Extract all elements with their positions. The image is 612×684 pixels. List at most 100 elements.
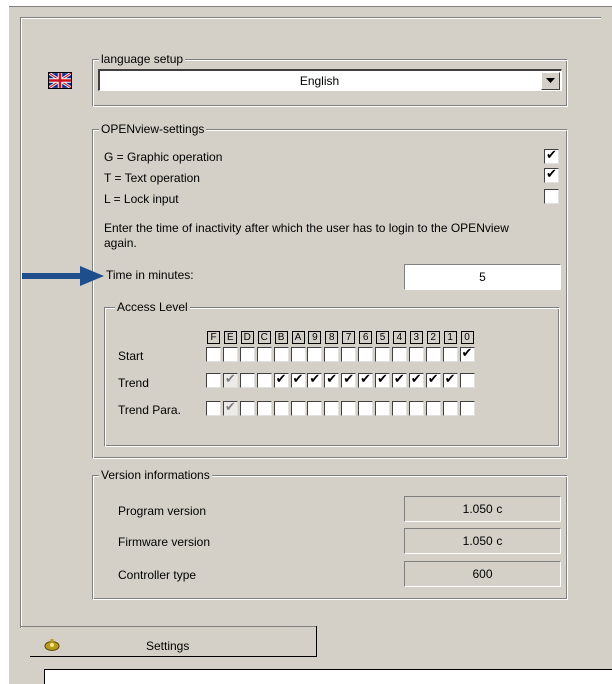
access-level-checkbox[interactable] [358,347,374,362]
access-level-checkbox[interactable] [324,372,340,388]
access-level-checkbox[interactable] [442,372,458,388]
access-level-checkbox[interactable] [375,347,390,362]
language-setup-legend: language setup [99,52,186,66]
lock-input-label: L = Lock input [104,192,179,206]
access-level-checkbox[interactable] [341,401,357,416]
firmware-version-field: 1.050 c [404,528,561,554]
access-column-header: B [274,331,288,344]
access-column-header: 5 [376,331,389,344]
access-level-checkbox[interactable] [358,401,374,416]
access-level-checkbox[interactable] [239,347,255,362]
access-level-checkbox[interactable] [391,347,407,362]
access-level-checkbox[interactable] [206,347,221,362]
access-level-checkbox[interactable] [273,372,289,388]
access-column-header: A [291,331,305,344]
access-level-checkbox[interactable] [459,346,475,362]
access-level-checkbox[interactable] [408,401,424,416]
uk-flag-icon [48,71,72,90]
access-level-checkbox[interactable] [324,347,340,362]
access-level-checkbox[interactable] [391,401,407,416]
text-operation-label: T = Text operation [104,171,200,185]
access-level-checkbox[interactable] [222,347,238,362]
access-level-checkbox[interactable] [425,372,441,388]
access-column-header: C [257,331,271,344]
access-level-legend: Access Level [115,300,190,314]
access-level-checkbox[interactable] [256,373,272,388]
access-level-checkbox[interactable] [341,347,357,362]
program-version-value: 1.050 [462,502,493,516]
access-column-header: 6 [359,331,373,344]
access-level-checkbox[interactable] [206,401,221,416]
access-column-header: 9 [308,331,322,344]
access-level-checkbox[interactable] [425,347,441,362]
lock-input-checkbox[interactable] [544,189,559,204]
access-level-checkbox[interactable] [222,400,238,416]
text-operation-checkbox[interactable] [544,167,559,183]
access-level-checkbox[interactable] [442,401,458,416]
access-level-checkbox[interactable] [206,373,221,388]
controller-type-field: 600 [404,561,561,587]
access-column-header: F [207,331,220,344]
graphic-operation-checkbox[interactable] [544,148,559,164]
access-level-checkbox[interactable] [459,373,475,388]
access-level-checkbox[interactable] [459,401,475,416]
access-column-header: D [240,331,254,344]
firmware-version-value: 1.050 [462,534,493,548]
tab-bottom-line [30,656,317,657]
access-level-checkbox[interactable] [341,372,357,388]
controller-type-value: 600 [472,567,493,581]
version-info-legend: Version informations [99,468,212,482]
language-dropdown-button[interactable] [541,72,560,90]
access-level-checkbox[interactable] [391,372,407,388]
access-level-checkbox[interactable] [256,401,272,416]
access-level-checkbox[interactable] [307,372,323,388]
access-column-header: 1 [443,331,457,344]
arrow-right-icon [22,266,104,286]
access-column-header: 0 [460,331,474,344]
access-level-checkbox[interactable] [375,372,390,388]
firmware-version-suffix: c [496,534,503,548]
access-level-checkbox[interactable] [290,347,306,362]
access-level-checkbox[interactable] [290,372,306,388]
access-column-header: E [223,331,237,344]
access-level-checkbox[interactable] [358,372,374,388]
access-level-checkbox[interactable] [408,347,424,362]
time-in-minutes-input[interactable]: 5 [404,264,561,290]
access-level-checkbox[interactable] [256,347,272,362]
program-version-label: Program version [118,504,207,518]
access-level-checkbox[interactable] [375,401,390,416]
access-column-header: 2 [426,331,440,344]
language-select[interactable]: English [98,69,562,91]
firmware-version-label: Firmware version [118,535,211,549]
access-level-checkbox[interactable] [425,401,441,416]
access-level-checkbox[interactable] [239,373,255,388]
access-level-checkbox[interactable] [442,347,458,362]
tab-settings[interactable]: Settings [146,639,189,653]
lower-pane [44,669,612,684]
time-in-minutes-label: Time in minutes: [106,268,194,282]
access-level-checkbox[interactable] [324,401,340,416]
language-select-value: English [299,74,340,88]
access-level-checkbox[interactable] [307,401,323,416]
access-level-checkbox[interactable] [239,401,255,416]
graphic-operation-label: G = Graphic operation [104,150,223,164]
access-level-checkbox[interactable] [408,372,424,388]
access-row-label: Trend [118,376,149,390]
access-level-checkbox[interactable] [273,347,289,362]
settings-icon [44,639,60,651]
access-row-label: Start [118,349,144,363]
access-column-header: 7 [342,331,356,344]
program-version-field: 1.050 c [404,496,561,522]
program-version-suffix: c [496,502,503,516]
access-level-checkbox[interactable] [273,401,289,416]
access-column-header: 4 [392,331,406,344]
access-level-checkbox[interactable] [222,372,238,388]
controller-type-label: Controller type [118,568,197,582]
access-level-checkbox[interactable] [290,401,306,416]
access-level-checkbox[interactable] [307,347,323,362]
chevron-down-icon [546,78,555,83]
panel-divider [20,626,316,627]
tab-edge [316,626,317,656]
access-column-header: 3 [409,331,423,344]
access-column-header: 8 [325,331,339,344]
